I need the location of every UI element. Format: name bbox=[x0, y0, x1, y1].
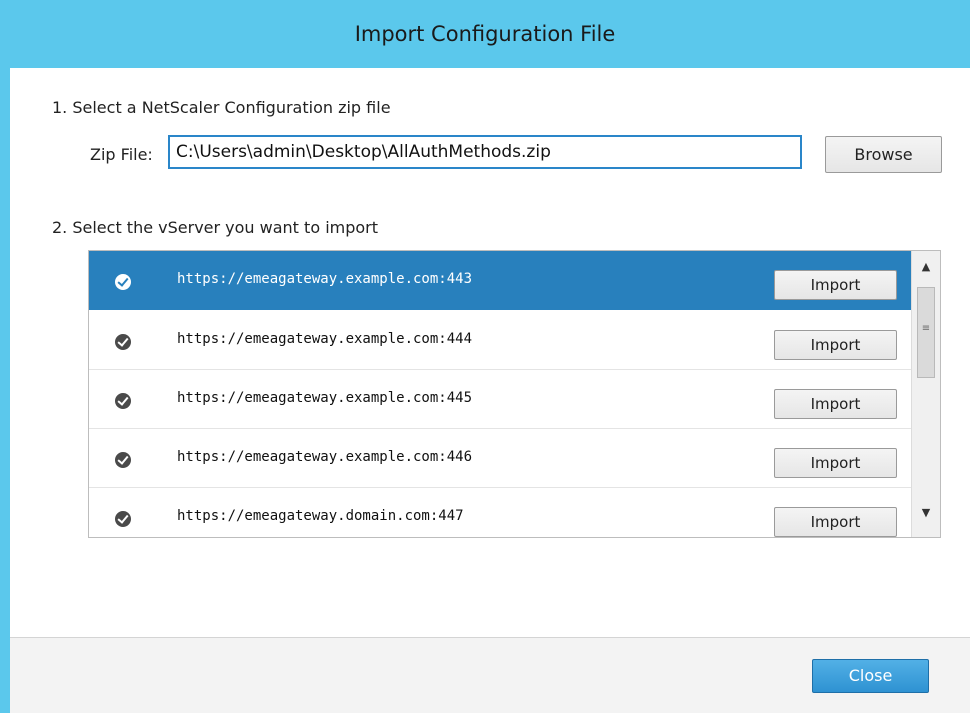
vserver-url: https://emeagateway.example.com:443 bbox=[177, 271, 473, 287]
check-circle-icon bbox=[115, 452, 131, 468]
check-circle-icon bbox=[115, 393, 131, 409]
import-button[interactable]: Import bbox=[774, 270, 897, 300]
zip-file-label: Zip File: bbox=[90, 145, 153, 164]
vserver-url: https://emeagateway.example.com:445 bbox=[177, 390, 473, 406]
browse-button[interactable]: Browse bbox=[825, 136, 942, 173]
vserver-row[interactable]: https://emeagateway.example.com:445 Impo… bbox=[89, 370, 911, 429]
check-circle-icon bbox=[115, 274, 131, 290]
vserver-list-items: https://emeagateway.example.com:443 Impo… bbox=[89, 251, 911, 537]
vserver-row[interactable]: https://emeagateway.example.com:446 Impo… bbox=[89, 429, 911, 488]
check-circle-icon bbox=[115, 511, 131, 527]
check-circle-icon bbox=[115, 334, 131, 350]
import-button[interactable]: Import bbox=[774, 389, 897, 419]
import-button[interactable]: Import bbox=[774, 330, 897, 360]
vserver-url: https://emeagateway.domain.com:447 bbox=[177, 508, 464, 524]
window-left-edge bbox=[0, 0, 10, 713]
import-button[interactable]: Import bbox=[774, 507, 897, 537]
vserver-row[interactable]: https://emeagateway.example.com:443 Impo… bbox=[89, 251, 911, 310]
vertical-scrollbar[interactable]: ▲ ≡ ▼ bbox=[911, 251, 940, 537]
triangle-up-icon[interactable]: ▲ bbox=[912, 255, 940, 279]
scrollbar-thumb[interactable]: ≡ bbox=[917, 287, 935, 378]
vserver-url: https://emeagateway.example.com:446 bbox=[177, 449, 473, 465]
import-button[interactable]: Import bbox=[774, 448, 897, 478]
dialog-title: Import Configuration File bbox=[354, 22, 616, 46]
triangle-down-icon[interactable]: ▼ bbox=[912, 501, 940, 525]
step2-label: 2. Select the vServer you want to import bbox=[52, 218, 379, 237]
vserver-row[interactable]: https://emeagateway.example.com:444 Impo… bbox=[89, 311, 911, 370]
vserver-row[interactable]: https://emeagateway.domain.com:447 Impor… bbox=[89, 488, 911, 537]
close-button[interactable]: Close bbox=[812, 659, 929, 693]
vserver-list[interactable]: https://emeagateway.example.com:443 Impo… bbox=[88, 250, 941, 538]
title-bar: Import Configuration File bbox=[0, 0, 970, 68]
vserver-url: https://emeagateway.example.com:444 bbox=[177, 331, 473, 347]
zip-file-input[interactable] bbox=[168, 135, 802, 169]
grip-icon: ≡ bbox=[921, 323, 931, 334]
step1-label: 1. Select a NetScaler Configuration zip … bbox=[52, 98, 391, 117]
